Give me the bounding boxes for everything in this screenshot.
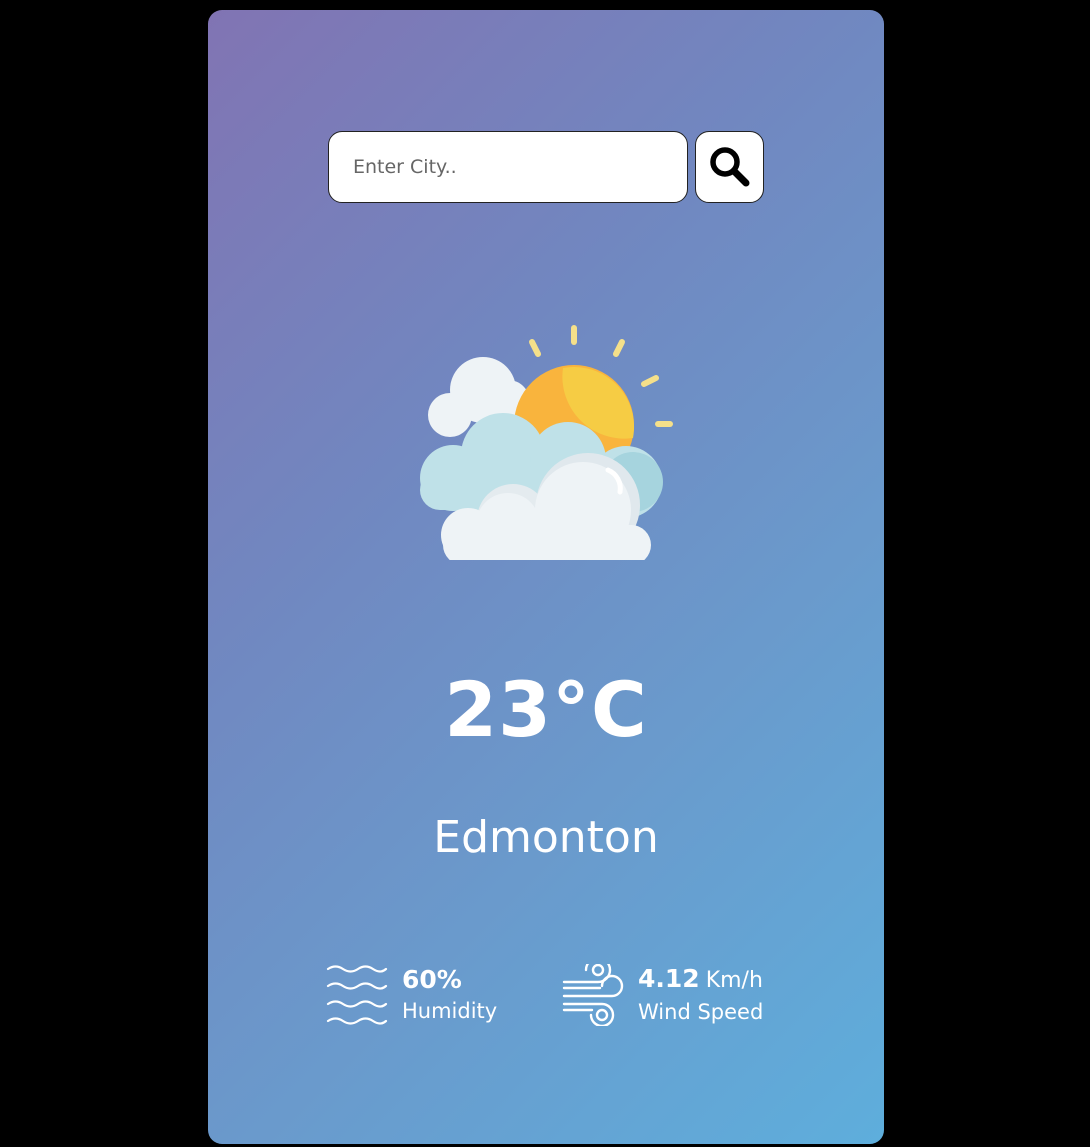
wind-speed-unit: Km/h: [705, 968, 763, 993]
humidity-waves-icon: [326, 965, 388, 1025]
partly-cloudy-sun-icon: [420, 325, 673, 560]
search-icon: [709, 147, 749, 187]
humidity-value: 60%: [402, 965, 462, 994]
search-button[interactable]: [695, 131, 764, 203]
city-search-input[interactable]: [328, 131, 688, 203]
wind-speed-value: 4.12: [638, 964, 700, 993]
city-name: Edmonton: [433, 812, 659, 863]
wind-detail: 4.12 Km/h Wind Speed: [562, 960, 763, 1030]
wind-icon: [562, 964, 624, 1026]
weather-card: 23°C Edmonton 60% Humidity: [208, 10, 884, 1144]
search-bar: [328, 131, 764, 203]
temperature-display: 23°C: [444, 665, 648, 754]
humidity-label: Humidity: [402, 999, 498, 1023]
humidity-detail: 60% Humidity: [326, 960, 497, 1030]
wind-speed-label: Wind Speed: [638, 1000, 764, 1024]
